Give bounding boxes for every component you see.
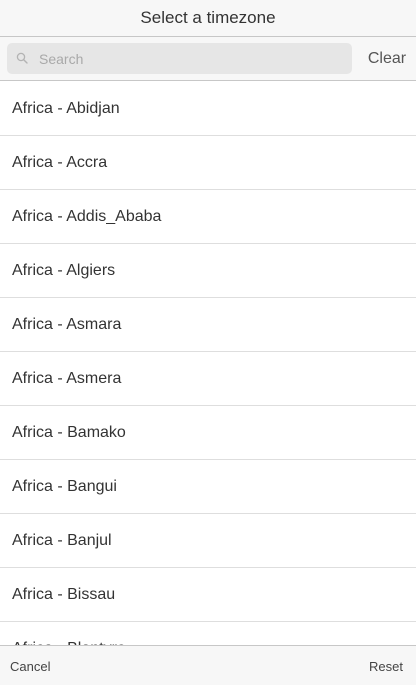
clear-button[interactable]: Clear xyxy=(362,37,412,80)
list-item[interactable]: Africa - Banjul xyxy=(0,514,416,568)
list-item[interactable]: Africa - Algiers xyxy=(0,244,416,298)
list-item[interactable]: Africa - Bamako xyxy=(0,406,416,460)
search-icon xyxy=(16,52,28,64)
list-item[interactable]: Africa - Bissau xyxy=(0,568,416,622)
cancel-button[interactable]: Cancel xyxy=(10,646,50,685)
list-item[interactable]: Africa - Asmara xyxy=(0,298,416,352)
timezone-picker: Select a timezone Clear Africa - Abidjan… xyxy=(0,0,416,685)
footer-bar: Cancel Reset xyxy=(0,645,416,685)
search-bar: Clear xyxy=(0,37,416,81)
list-item[interactable]: Africa - Asmera xyxy=(0,352,416,406)
list-item[interactable]: Africa - Blantyre xyxy=(0,622,416,646)
list-item[interactable]: Africa - Bangui xyxy=(0,460,416,514)
list-item[interactable]: Africa - Accra xyxy=(0,136,416,190)
search-field[interactable] xyxy=(7,43,352,74)
page-title: Select a timezone xyxy=(140,8,276,27)
list-item[interactable]: Africa - Addis_Ababa xyxy=(0,190,416,244)
list-item[interactable]: Africa - Abidjan xyxy=(0,82,416,136)
header-bar: Select a timezone xyxy=(0,0,416,37)
search-input[interactable] xyxy=(39,43,344,74)
reset-button[interactable]: Reset xyxy=(369,646,403,685)
timezone-list[interactable]: Africa - Abidjan Africa - Accra Africa -… xyxy=(0,82,416,645)
